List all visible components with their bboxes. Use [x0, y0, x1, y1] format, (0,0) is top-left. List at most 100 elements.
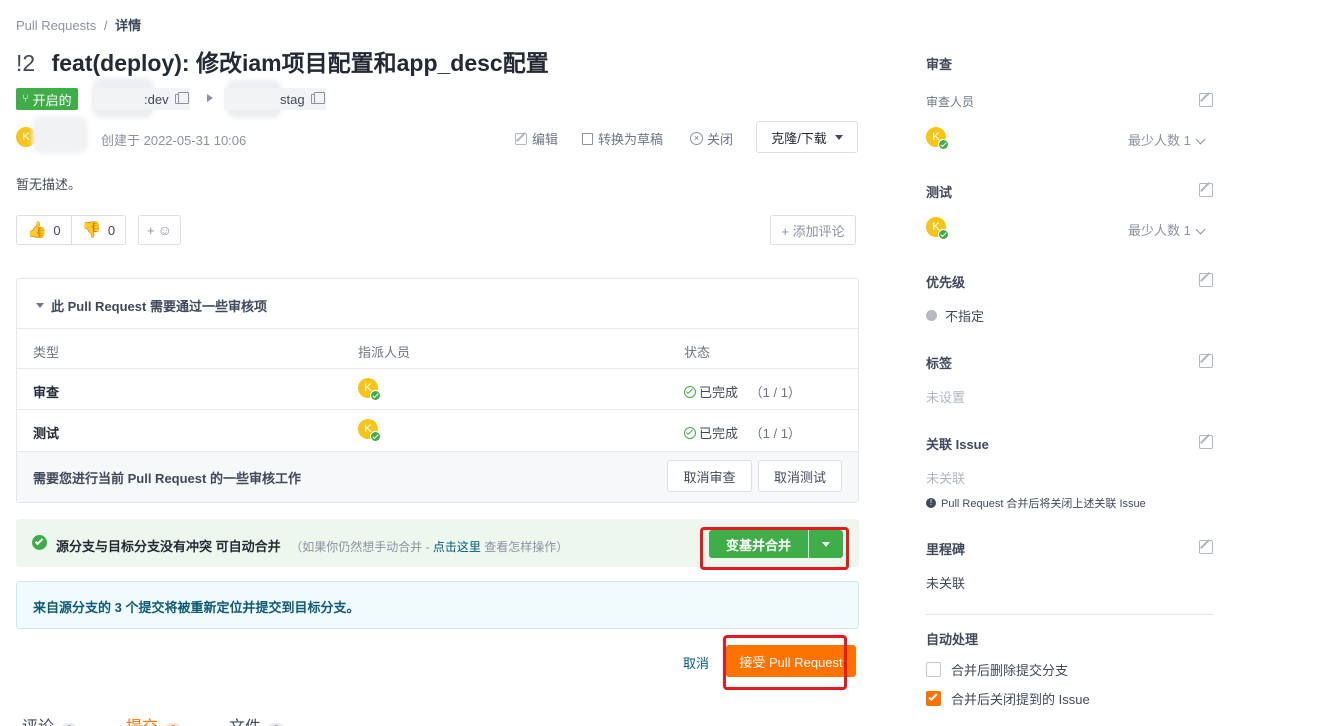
priority-dot-icon [926, 310, 937, 321]
sidebar-review-title: 审查 [926, 57, 953, 72]
sidebar-test-title: 测试 [926, 185, 953, 200]
review-panel-title: 此 Pull Request 需要通过一些审核项 [51, 299, 267, 314]
review-footer-text: 需要您进行当前 Pull Request 的一些审核工作 [33, 471, 301, 486]
status-done: 已完成 [699, 426, 739, 441]
check-circle-icon [684, 427, 696, 439]
sidebar-priority-title: 优先级 [926, 275, 966, 290]
page-title: !2 feat(deploy): 修改iam项目配置和app_desc配置 [16, 44, 549, 78]
reviewers-min-select[interactable]: 最少人数 1 [1128, 130, 1206, 149]
chevron-down-icon [1195, 224, 1206, 235]
test-row-type: 测试 [33, 426, 60, 441]
source-branch[interactable]: :dev [92, 88, 190, 110]
column-assignee: 指派人员 [358, 345, 411, 360]
tab-comments[interactable]: 评论 0 [22, 713, 78, 726]
thumbs-down-count: 0 [107, 222, 116, 238]
avatar[interactable]: K [926, 217, 949, 240]
highlight-box [723, 635, 847, 690]
avatar[interactable]: K [358, 378, 381, 401]
thumbs-up-button[interactable]: 👍 0 [16, 215, 72, 245]
column-type: 类型 [33, 345, 60, 360]
arrow-right-icon [207, 94, 213, 102]
status-count: （1 / 1） [749, 426, 801, 441]
thumbs-up-count: 0 [53, 222, 61, 238]
cancel-review-button[interactable]: 取消审查 [667, 460, 752, 492]
edit-labels-icon[interactable] [1199, 354, 1213, 368]
edit-priority-icon[interactable] [1199, 273, 1213, 287]
merge-ok-text: 源分支与目标分支没有冲突 可自动合并 [56, 539, 281, 554]
checkbox-unchecked[interactable] [926, 662, 941, 677]
check-circle-icon [684, 386, 696, 398]
auto-delete-branch-checkbox[interactable]: 合并后删除提交分支 [926, 660, 1068, 679]
merge-hint-suffix: 查看怎样操作） [480, 540, 569, 554]
edit-button[interactable]: 编辑 [515, 129, 558, 148]
breadcrumb-root[interactable]: Pull Requests [16, 18, 96, 33]
sidebar-labels-title: 标签 [926, 356, 953, 371]
clone-download-button[interactable]: 克隆/下载 [756, 121, 858, 153]
edit-test-icon[interactable] [1199, 183, 1213, 197]
reviewers-label: 审查人员 [926, 95, 975, 109]
approved-check-icon [370, 431, 381, 442]
cancel-test-button[interactable]: 取消测试 [758, 460, 842, 492]
edit-milestone-icon[interactable] [1199, 540, 1213, 554]
close-label: 关闭 [707, 132, 734, 147]
check-filled-icon [32, 535, 47, 550]
clone-download-label: 克隆/下载 [771, 130, 827, 146]
tab-commits[interactable]: 提交 3 [126, 713, 182, 726]
close-pr-button[interactable]: × 关闭 [690, 129, 733, 148]
avatar[interactable]: K [358, 419, 381, 442]
draft-icon [582, 132, 593, 145]
sidebar-milestone-title: 里程碑 [926, 542, 966, 557]
auto-close-issue-label: 合并后关闭提到的 Issue [951, 692, 1090, 707]
breadcrumb-current: 详情 [115, 18, 142, 33]
review-row-type: 审查 [33, 385, 60, 400]
edit-issue-icon[interactable] [1199, 435, 1213, 449]
avatar[interactable]: K [926, 127, 949, 150]
issue-note: ! Pull Request 合并后将关闭上述关联 Issue [926, 495, 1146, 511]
copy-icon[interactable] [310, 92, 325, 104]
created-time: 创建于 2022-05-31 10:06 [101, 133, 247, 148]
test-row-status: 已完成 （1 / 1） [684, 423, 801, 442]
caret-down-icon [834, 134, 843, 140]
review-row-status: 已完成 （1 / 1） [684, 382, 801, 401]
close-icon: × [690, 132, 703, 145]
edit-reviewers-icon[interactable] [1199, 93, 1213, 107]
copy-icon[interactable] [174, 92, 189, 104]
convert-draft-button[interactable]: 转换为草稿 [582, 129, 663, 148]
merge-hint-link[interactable]: 点击这里 [433, 540, 481, 554]
smile-icon: ☺ [157, 222, 172, 238]
add-comment-button[interactable]: + 添加评论 [770, 215, 856, 245]
sidebar-issue-title: 关联 Issue [926, 437, 989, 452]
pr-number: !2 [16, 50, 36, 76]
tab-files-label: 文件 [229, 719, 261, 726]
add-reaction-button[interactable]: + ☺ [138, 215, 181, 245]
thumbs-down-icon: 👎 [81, 222, 102, 239]
checkbox-checked[interactable] [926, 691, 941, 706]
status-done: 已完成 [699, 385, 739, 400]
issue-note-text: Pull Request 合并后将关闭上述关联 Issue [941, 498, 1146, 510]
merge-hint: （如果你仍然想手动合并 - 点击这里 查看怎样操作） [290, 540, 568, 554]
merge-status-text: 源分支与目标分支没有冲突 可自动合并 （如果你仍然想手动合并 - 点击这里 查看… [56, 536, 568, 555]
reviewers-min-label: 最少人数 1 [1128, 133, 1191, 148]
target-branch-label: stag [280, 91, 305, 107]
caret-down-icon [36, 303, 44, 308]
thumbs-up-icon: 👍 [27, 222, 48, 239]
auto-close-issue-checkbox[interactable]: 合并后关闭提到的 Issue [926, 689, 1090, 708]
author-name-redacted [32, 116, 88, 154]
labels-value: 未设置 [926, 390, 966, 405]
tab-commits-label: 提交 [126, 719, 158, 726]
tab-files[interactable]: 文件 2 [229, 713, 285, 726]
divider [17, 368, 858, 369]
test-min-select[interactable]: 最少人数 1 [1128, 220, 1206, 239]
target-branch[interactable]: stag [224, 88, 326, 110]
auto-delete-branch-label: 合并后删除提交分支 [951, 663, 1069, 678]
review-panel-header[interactable]: 此 Pull Request 需要通过一些审核项 [36, 296, 267, 315]
info-icon: ! [926, 498, 936, 508]
chevron-down-icon [1195, 134, 1206, 145]
pull-request-icon: ⑂ [22, 93, 29, 105]
cancel-link[interactable]: 取消 [683, 653, 709, 672]
edit-icon [515, 132, 527, 145]
approved-check-icon [938, 139, 949, 150]
edit-label: 编辑 [532, 132, 559, 147]
thumbs-down-button[interactable]: 👎 0 [71, 215, 126, 245]
tab-comments-label: 评论 [22, 719, 54, 726]
